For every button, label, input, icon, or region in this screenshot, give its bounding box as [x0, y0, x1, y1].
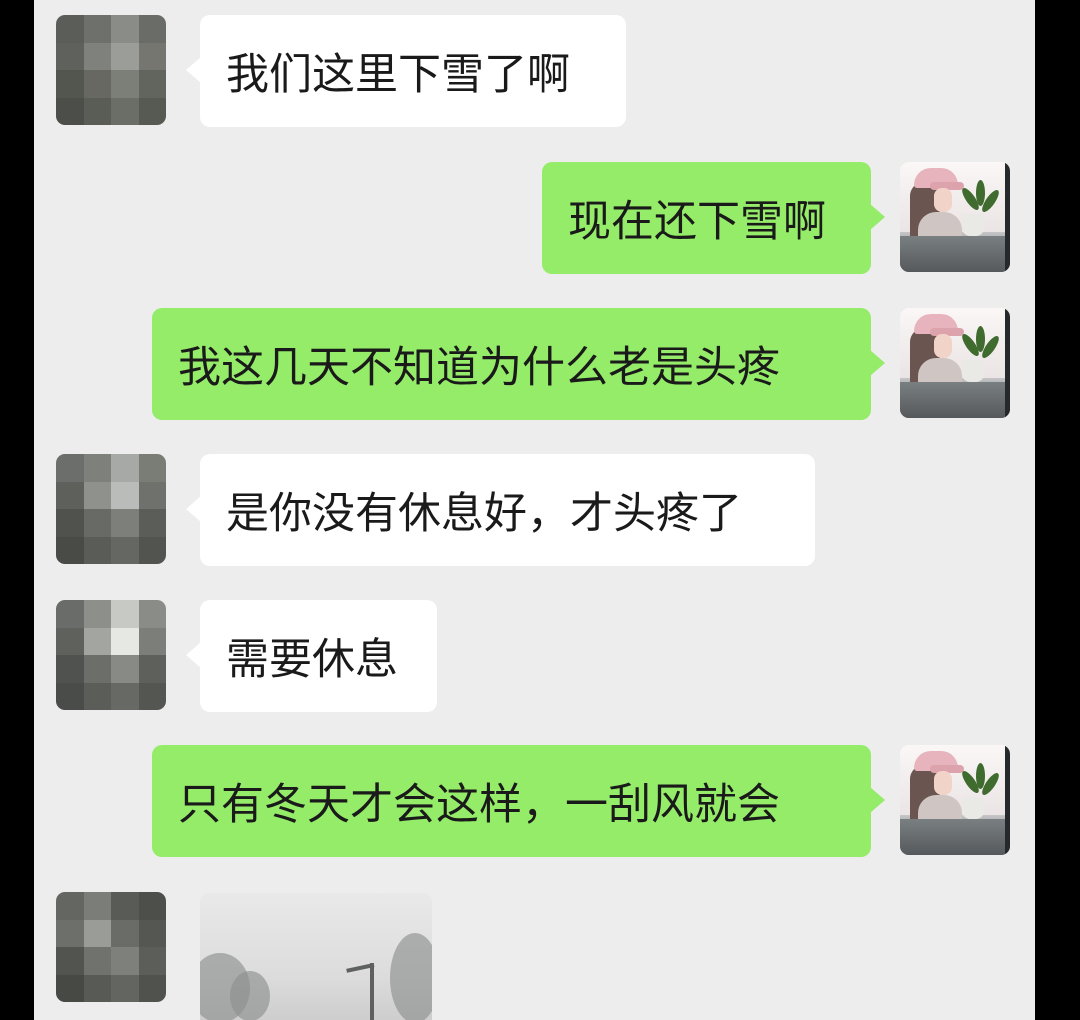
- message-text: 我这几天不知道为什么老是头疼: [178, 343, 780, 393]
- message-received: 我们这里下雪了啊: [34, 0, 1035, 130]
- contact-avatar[interactable]: [56, 892, 166, 1002]
- message-sent: 只有冬天才会这样，一刮风就会: [34, 733, 1035, 863]
- pixelated-avatar-icon: [56, 892, 166, 1002]
- message-text: 需要休息: [226, 635, 398, 685]
- message-received-image: [34, 880, 1035, 1020]
- snow-photo-message[interactable]: [200, 893, 432, 1020]
- contact-avatar[interactable]: [56, 454, 166, 564]
- street-lamp-icon: [370, 963, 374, 1020]
- message-sent: 我这几天不知道为什么老是头疼: [34, 296, 1035, 426]
- pixelated-avatar-icon: [56, 454, 166, 564]
- message-bubble[interactable]: 我这几天不知道为什么老是头疼: [152, 308, 885, 420]
- plant-pot-icon: [962, 214, 984, 236]
- pixelated-avatar-icon: [56, 15, 166, 125]
- self-avatar[interactable]: [900, 745, 1010, 855]
- pixelated-avatar-icon: [56, 600, 166, 710]
- contact-avatar[interactable]: [56, 600, 166, 710]
- message-bubble[interactable]: 只有冬天才会这样，一刮风就会: [152, 745, 885, 857]
- self-avatar[interactable]: [900, 162, 1010, 272]
- message-received: 是你没有休息好，才头疼了: [34, 442, 1035, 572]
- plant-pot-icon: [962, 797, 984, 819]
- message-bubble[interactable]: 需要休息: [186, 600, 437, 712]
- message-received: 需要休息: [34, 588, 1035, 718]
- plant-pot-icon: [962, 360, 984, 382]
- message-text: 是你没有休息好，才头疼了: [226, 489, 742, 539]
- self-avatar[interactable]: [900, 308, 1010, 418]
- message-text: 现在还下雪啊: [568, 197, 826, 247]
- message-bubble[interactable]: 我们这里下雪了啊: [186, 15, 626, 127]
- contact-avatar[interactable]: [56, 15, 166, 125]
- message-text: 只有冬天才会这样，一刮风就会: [178, 780, 780, 830]
- message-text: 我们这里下雪了啊: [226, 50, 570, 100]
- message-bubble[interactable]: 现在还下雪啊: [542, 162, 885, 274]
- chat-message-list[interactable]: 我们这里下雪了啊 现在还下雪啊 我这几天不知道为什么老是头疼 是你没有休息好，才…: [34, 0, 1035, 1020]
- message-sent: 现在还下雪啊: [34, 150, 1035, 280]
- message-bubble[interactable]: 是你没有休息好，才头疼了: [186, 454, 815, 566]
